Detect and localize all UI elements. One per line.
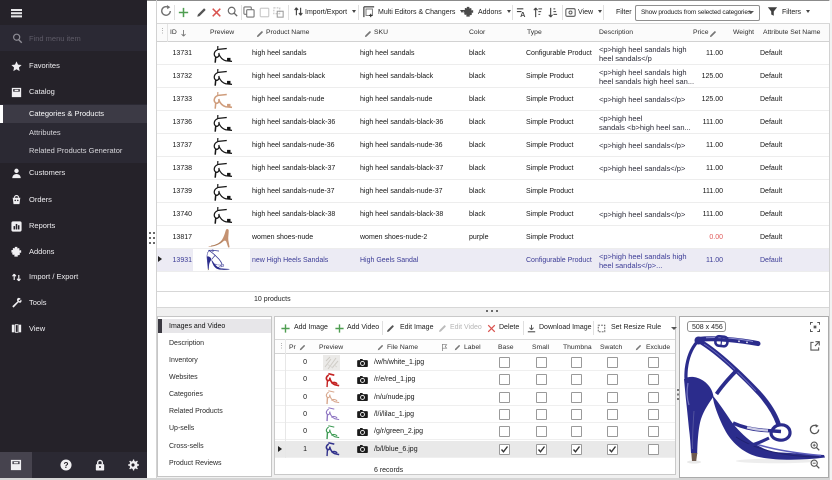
svg-text:A: A — [520, 10, 526, 18]
svg-text:?: ? — [63, 460, 68, 470]
